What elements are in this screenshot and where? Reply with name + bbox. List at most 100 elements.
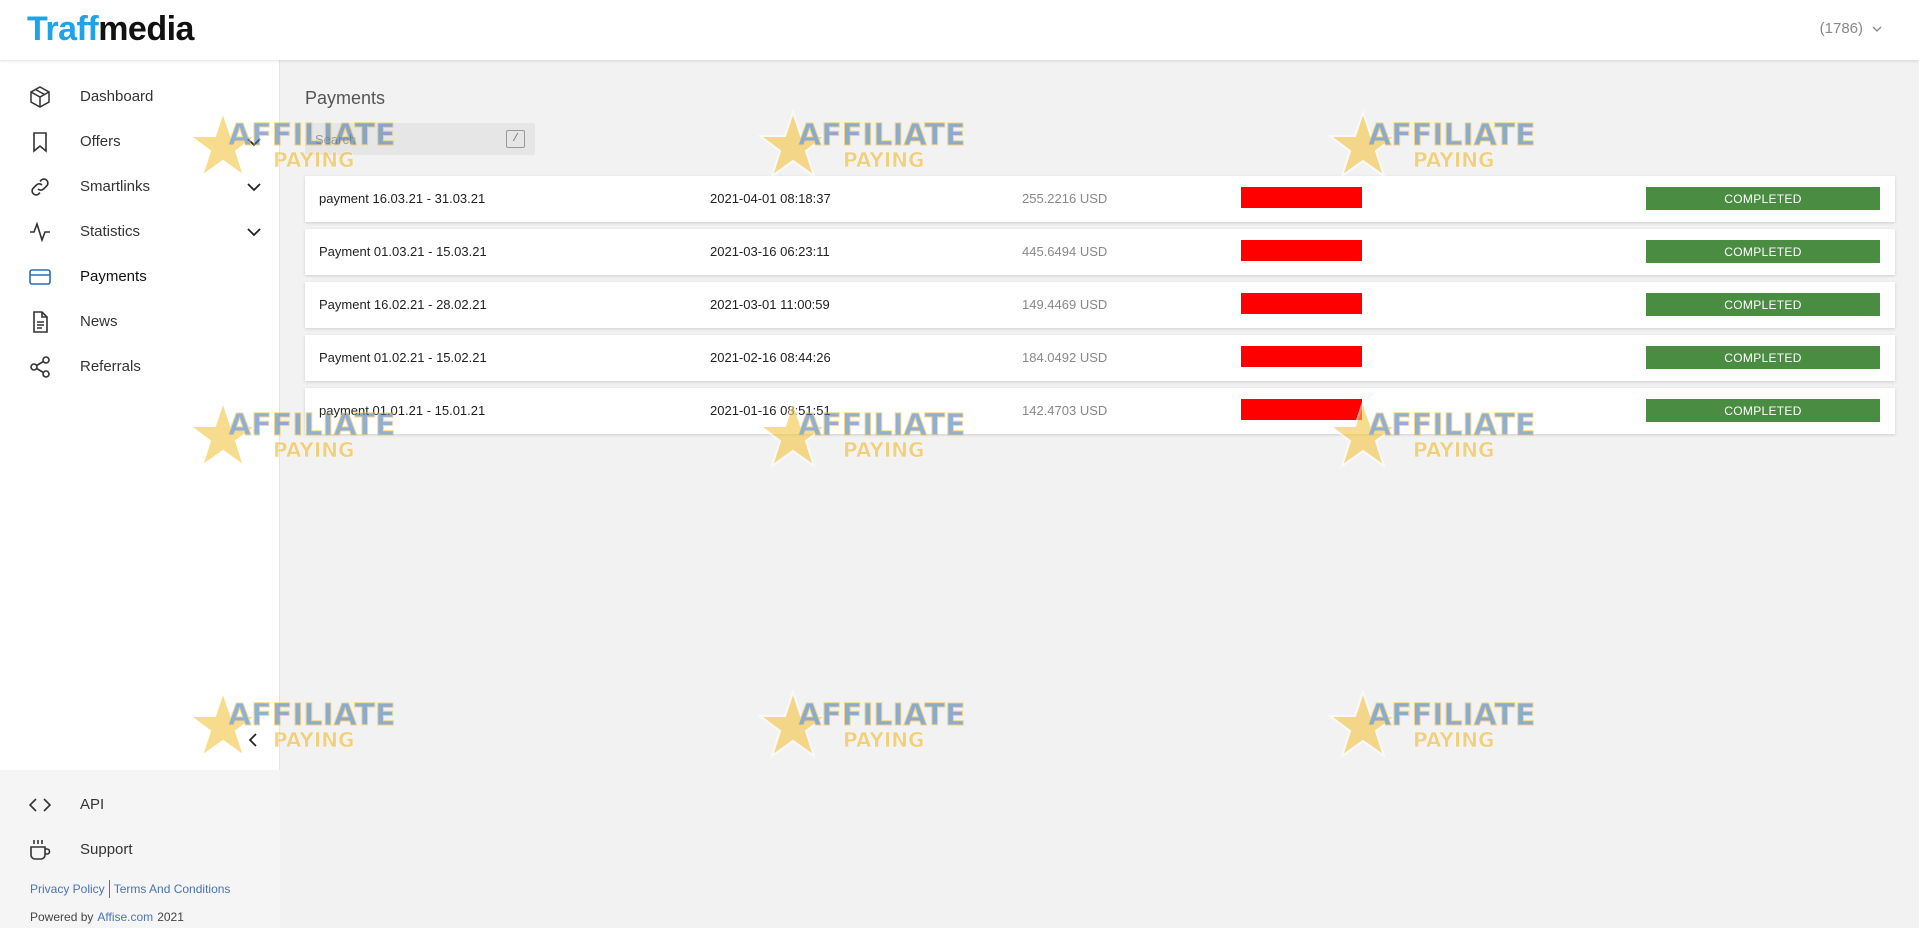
redaction-block: [1241, 240, 1362, 261]
sidebar-item-payments[interactable]: Payments: [0, 254, 280, 299]
powered-year: 2021: [157, 910, 184, 924]
payment-row[interactable]: payment 16.03.21 - 31.03.21 2021-04-01 0…: [305, 176, 1895, 222]
star-icon: [1327, 688, 1399, 760]
watermark-line2: PAYING: [1413, 148, 1495, 173]
collapse-sidebar-icon[interactable]: [243, 730, 263, 750]
payment-name: payment 01.01.21 - 15.01.21: [319, 403, 486, 418]
sidebar-item-support[interactable]: Support: [0, 827, 280, 872]
sidebar-item-label: Offers: [80, 133, 121, 150]
watermark-line1: AFFILIATE: [1368, 698, 1536, 734]
cube-icon: [27, 84, 53, 110]
sidebar-item-label: Referrals: [80, 358, 141, 375]
payment-name: Payment 01.03.21 - 15.03.21: [319, 244, 487, 259]
payment-row[interactable]: Payment 16.02.21 - 28.02.21 2021-03-01 1…: [305, 282, 1895, 328]
watermark-line1: AFFILIATE: [798, 118, 966, 154]
payment-name: Payment 01.02.21 - 15.02.21: [319, 350, 487, 365]
payment-amount: 445.6494 USD: [1022, 244, 1108, 259]
payment-date: 2021-03-01 11:00:59: [710, 297, 830, 312]
watermark: AFFILIATE PAYING: [757, 688, 966, 760]
sidebar-item-statistics[interactable]: Statistics: [0, 209, 280, 254]
sidebar-item-label: Payments: [80, 268, 147, 285]
payment-name: Payment 16.02.21 - 28.02.21: [319, 297, 487, 312]
watermark-line1: AFFILIATE: [1368, 118, 1536, 154]
divider: [108, 880, 110, 898]
share-icon: [27, 354, 53, 380]
sidebar-item-dashboard[interactable]: Dashboard: [0, 74, 280, 119]
affise-link[interactable]: Affise.com: [97, 910, 153, 924]
redaction-block: [1241, 399, 1362, 420]
account-label: (1786): [1819, 20, 1863, 37]
redaction-block: [1241, 187, 1362, 208]
watermark-line2: PAYING: [843, 438, 925, 463]
payment-name: payment 16.03.21 - 31.03.21: [319, 191, 486, 206]
star-icon: [757, 688, 829, 760]
activity-icon: [27, 219, 53, 245]
payment-amount: 142.4703 USD: [1022, 403, 1108, 418]
status-badge: COMPLETED: [1646, 293, 1880, 316]
status-badge: COMPLETED: [1646, 399, 1880, 422]
payment-date: 2021-02-16 08:44:26: [710, 350, 831, 365]
chevron-down-icon[interactable]: [244, 177, 264, 197]
watermark: AFFILIATE PAYING: [757, 108, 966, 180]
sidebar-item-smartlinks[interactable]: Smartlinks: [0, 164, 280, 209]
privacy-policy-link[interactable]: Privacy Policy: [30, 882, 105, 896]
payment-amount: 255.2216 USD: [1022, 191, 1108, 206]
payment-row[interactable]: Payment 01.03.21 - 15.03.21 2021-03-16 0…: [305, 229, 1895, 275]
search-box: /: [305, 123, 535, 155]
chevron-down-icon: [1872, 26, 1882, 32]
payment-row[interactable]: payment 01.01.21 - 15.01.21 2021-01-16 0…: [305, 388, 1895, 434]
powered-by: Powered by Affise.com 2021: [30, 910, 184, 924]
redaction-block: [1241, 293, 1362, 314]
footer-links: Privacy Policy Terms And Conditions: [30, 880, 230, 898]
account-menu[interactable]: (1786): [1820, 20, 1883, 37]
chevron-down-icon[interactable]: [244, 132, 264, 152]
watermark-line2: PAYING: [843, 148, 925, 173]
link-icon: [27, 174, 53, 200]
star-icon: [1327, 108, 1399, 180]
payment-amount: 149.4469 USD: [1022, 297, 1108, 312]
coffee-icon: [27, 837, 53, 863]
sidebar-item-news[interactable]: News: [0, 299, 280, 344]
sidebar-item-label: Statistics: [80, 223, 141, 240]
redaction-block: [1241, 346, 1362, 367]
terms-link[interactable]: Terms And Conditions: [114, 882, 231, 896]
page-title: Payments: [305, 88, 386, 108]
watermark-line2: PAYING: [273, 438, 355, 463]
search-shortcut-hint: /: [506, 130, 525, 148]
watermark-line2: PAYING: [1413, 438, 1495, 463]
sidebar-item-api[interactable]: API: [0, 782, 280, 827]
top-header: Traffmedia (1786): [0, 0, 1919, 60]
watermark-line1: AFFILIATE: [798, 698, 966, 734]
sidebar: Dashboard Offers Smartlinks Statistics P…: [0, 60, 280, 928]
star-icon: [757, 108, 829, 180]
status-badge: COMPLETED: [1646, 346, 1880, 369]
code-icon: [27, 792, 53, 818]
payment-date: 2021-03-16 06:23:11: [710, 244, 830, 259]
sidebar-footer: API Support: [0, 770, 280, 928]
watermark-line2: PAYING: [273, 728, 355, 753]
chevron-down-icon[interactable]: [244, 222, 264, 242]
status-badge: COMPLETED: [1646, 187, 1880, 210]
sidebar-item-label: News: [80, 313, 118, 330]
logo-part-traff: Traff: [27, 10, 99, 48]
payment-amount: 184.0492 USD: [1022, 350, 1108, 365]
sidebar-item-referrals[interactable]: Referrals: [0, 344, 280, 389]
payment-row[interactable]: Payment 01.02.21 - 15.02.21 2021-02-16 0…: [305, 335, 1895, 381]
status-badge: COMPLETED: [1646, 240, 1880, 263]
watermark-line2: PAYING: [1413, 728, 1495, 753]
sidebar-item-label: Smartlinks: [80, 178, 151, 195]
watermark: AFFILIATE PAYING: [1327, 688, 1536, 760]
logo-part-media: media: [98, 10, 194, 48]
document-icon: [27, 309, 53, 335]
watermark: AFFILIATE PAYING: [1327, 108, 1536, 180]
watermark-line2: PAYING: [843, 728, 925, 753]
payment-date: 2021-04-01 08:18:37: [710, 191, 831, 206]
logo[interactable]: Traffmedia: [27, 10, 194, 49]
credit-card-icon: [27, 264, 53, 290]
search-input[interactable]: [315, 129, 495, 149]
payment-date: 2021-01-16 08:51:51: [710, 403, 831, 418]
sidebar-item-offers[interactable]: Offers: [0, 119, 280, 164]
bookmark-icon: [27, 129, 53, 155]
payments-list: payment 16.03.21 - 31.03.21 2021-04-01 0…: [305, 176, 1895, 441]
sidebar-item-label: Support: [80, 841, 133, 858]
